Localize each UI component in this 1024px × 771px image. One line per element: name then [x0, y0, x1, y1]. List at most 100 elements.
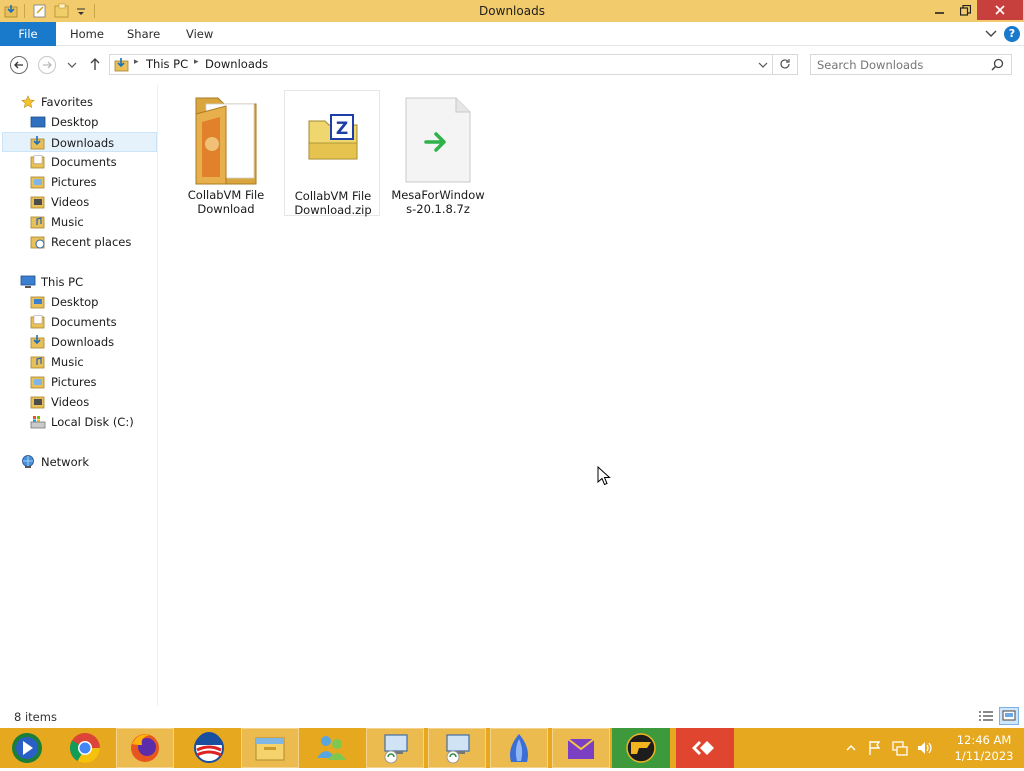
nav-fav-downloads[interactable]: Downloads [2, 132, 157, 152]
title-bar: Downloads [0, 0, 1024, 22]
file-name: MesaForWindows-20.1.8.7z [391, 188, 485, 216]
volume-icon[interactable] [916, 740, 934, 756]
up-arrow-icon[interactable] [88, 57, 102, 71]
computer-icon [20, 275, 36, 288]
item-count: 8 items [14, 710, 57, 724]
tab-share[interactable]: Share [127, 22, 160, 46]
close-button[interactable] [977, 0, 1023, 20]
pictures-folder-icon [30, 376, 45, 389]
help-icon[interactable]: ? [1004, 26, 1020, 42]
search-icon[interactable] [991, 58, 1004, 71]
network-icon [22, 455, 34, 468]
downloads-folder-icon [30, 136, 45, 150]
taskbar-crossfire[interactable] [612, 728, 670, 768]
clock-date: 1/11/2023 [954, 749, 1014, 763]
chevron-right-icon[interactable]: ▸ [134, 57, 139, 67]
remote-desktop-icon [384, 734, 408, 764]
taskbar-blue-app[interactable] [490, 728, 548, 768]
action-center-flag-icon[interactable] [868, 740, 882, 756]
nav-pc-videos[interactable]: Videos [30, 392, 156, 412]
crossfire-icon [626, 733, 656, 763]
details-view-icon[interactable] [977, 708, 995, 724]
nav-this-pc[interactable]: This PC [20, 272, 150, 292]
taskbar-remote-desktop-2[interactable] [428, 728, 486, 768]
back-button[interactable] [10, 56, 28, 74]
ribbon: File Home Share View ? [0, 22, 1024, 46]
clock[interactable]: 12:46 AM 1/11/2023 [944, 732, 1024, 764]
file-item[interactable]: MesaForWindows-20.1.8.7z [390, 90, 486, 216]
breadcrumb-downloads[interactable]: Downloads [205, 57, 268, 71]
nav-pc-pictures[interactable]: Pictures [30, 372, 156, 392]
show-hidden-icons-icon[interactable] [846, 744, 856, 752]
people-icon [317, 736, 346, 760]
downloads-folder-icon [30, 335, 45, 349]
taskbar-anydesk[interactable] [676, 728, 734, 768]
expand-ribbon-icon[interactable] [985, 29, 997, 39]
nav-fav-documents[interactable]: Documents [30, 152, 156, 172]
network-status-icon[interactable] [892, 740, 908, 756]
restore-button[interactable] [951, 0, 979, 20]
nav-network[interactable]: Network [20, 452, 150, 472]
back-arrow-icon [14, 61, 23, 69]
search-input[interactable] [817, 57, 987, 72]
file-name: CollabVM File Download [187, 188, 265, 216]
nav-pc-downloads[interactable]: Downloads [30, 332, 156, 352]
nav-pc-documents[interactable]: Documents [30, 312, 156, 332]
nav-fav-desktop[interactable]: Desktop [30, 112, 156, 132]
7z-icon [405, 97, 471, 183]
nav-pc-local-disk[interactable]: Local Disk (C:) [30, 412, 156, 432]
tab-view[interactable]: View [186, 22, 213, 46]
search-box[interactable] [810, 54, 1012, 75]
blue-shape-icon [510, 734, 528, 762]
videos-folder-icon [30, 396, 45, 409]
window-title: Downloads [479, 4, 545, 18]
large-icons-view-button[interactable] [999, 707, 1019, 725]
file-item[interactable]: CollabVM File Download [178, 90, 274, 216]
star-icon [21, 95, 35, 109]
status-bar: 8 items [0, 706, 1024, 728]
refresh-button[interactable] [773, 54, 798, 75]
nav-fav-music[interactable]: Music [30, 212, 156, 232]
restore-icon [959, 4, 971, 16]
breadcrumb-this-pc[interactable]: This PC [146, 57, 188, 71]
anydesk-icon [692, 741, 714, 755]
minimize-button[interactable] [926, 0, 954, 20]
tab-home[interactable]: Home [70, 22, 104, 46]
recent-locations-icon[interactable] [67, 61, 77, 69]
downloads-folder-icon [114, 58, 129, 72]
nav-pc-desktop[interactable]: Desktop [30, 292, 156, 312]
taskbar: 12:46 AM 1/11/2023 [0, 728, 1024, 768]
nav-fav-videos[interactable]: Videos [30, 192, 156, 212]
address-history-icon[interactable] [758, 61, 768, 69]
close-icon [995, 5, 1005, 15]
taskbar-media-center[interactable] [0, 728, 58, 768]
nav-fav-recent-places[interactable]: Recent places [30, 232, 156, 252]
nav-favorites[interactable]: Favorites [20, 92, 150, 112]
remote-desktop-icon [446, 734, 470, 764]
circle-logo-icon [194, 732, 224, 763]
large-icons-view-icon [1002, 710, 1016, 721]
chevron-right-icon[interactable]: ▸ [194, 57, 199, 67]
taskbar-chrome[interactable] [56, 728, 114, 768]
documents-folder-icon [30, 315, 45, 329]
folder-icon [195, 97, 257, 185]
taskbar-people-app[interactable] [302, 728, 360, 768]
music-folder-icon [30, 216, 45, 229]
firefox-icon [131, 734, 159, 762]
clock-time: 12:46 AM [956, 733, 1012, 747]
nav-fav-pictures[interactable]: Pictures [30, 172, 156, 192]
address-bar[interactable]: ▸ This PC ▸ Downloads [109, 54, 773, 75]
file-explorer-icon [255, 737, 285, 761]
tab-file[interactable]: File [0, 22, 56, 46]
videos-folder-icon [30, 196, 45, 209]
pictures-folder-icon [30, 176, 45, 189]
file-item[interactable]: Z CollabVM File Download.zip [284, 90, 380, 217]
taskbar-firefox[interactable] [116, 728, 174, 768]
taskbar-obama-app[interactable] [180, 728, 238, 768]
taskbar-purple-app[interactable] [552, 728, 610, 768]
taskbar-remote-desktop-1[interactable] [366, 728, 424, 768]
nav-pc-music[interactable]: Music [30, 352, 156, 372]
forward-button[interactable] [38, 56, 56, 74]
purple-app-icon [567, 738, 595, 759]
taskbar-file-explorer[interactable] [241, 728, 299, 768]
